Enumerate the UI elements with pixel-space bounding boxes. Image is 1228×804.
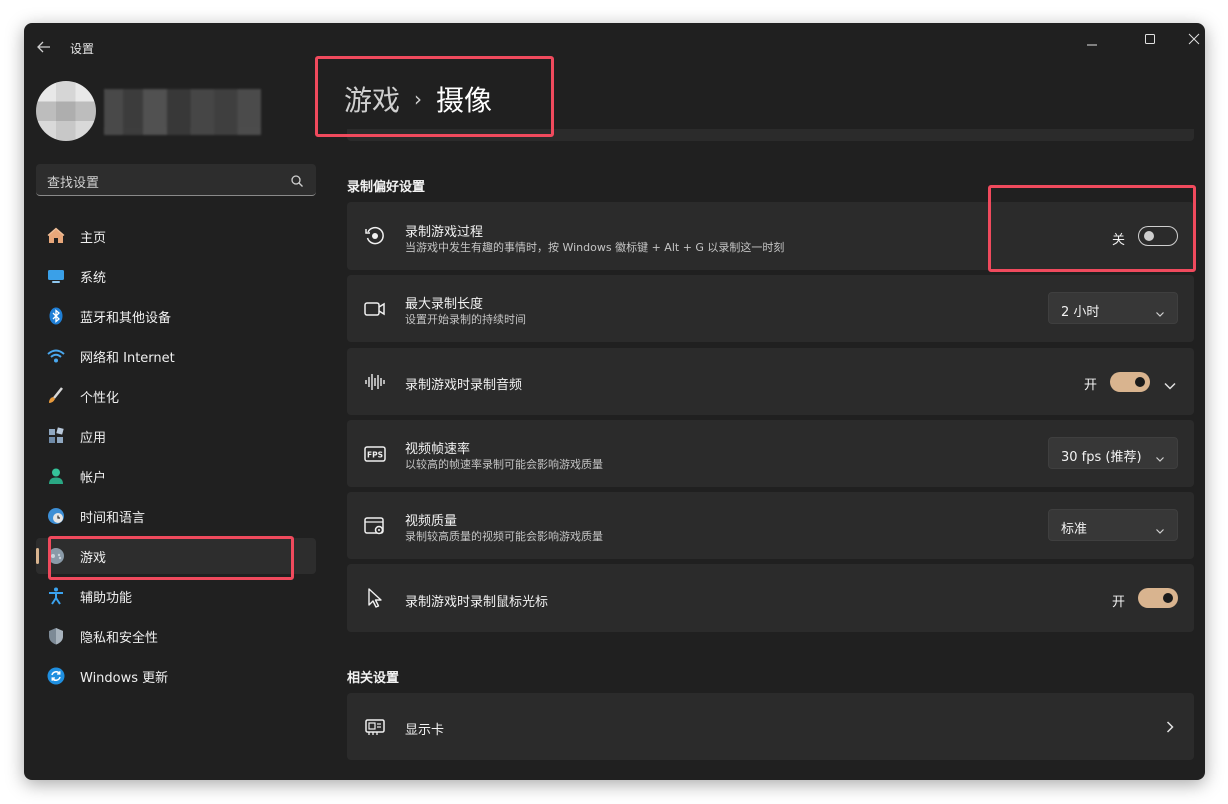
setting-title: 视频质量 (405, 514, 458, 529)
chevron-right-icon (1165, 719, 1175, 738)
home-icon (46, 226, 66, 246)
account-icon (46, 466, 66, 486)
monitor-icon (46, 266, 66, 286)
active-indicator (36, 548, 39, 564)
maximize-button[interactable] (1127, 29, 1173, 59)
audio-wave-icon (363, 370, 387, 394)
sidebar-item-time-language[interactable]: 时间和语言 (36, 498, 316, 534)
avatar[interactable] (36, 81, 96, 141)
globe-clock-icon (46, 506, 66, 526)
maximize-icon (1145, 34, 1155, 44)
setting-title: 最大录制长度 (405, 297, 484, 312)
toggle-state-label: 开 (1084, 378, 1098, 393)
cursor-icon (363, 586, 387, 610)
svg-text:FPS: FPS (367, 451, 383, 460)
sidebar-item-windows-update[interactable]: Windows 更新 (36, 658, 316, 694)
graphics-card-icon (363, 715, 387, 739)
sidebar-item-privacy[interactable]: 隐私和安全性 (36, 618, 316, 654)
section-title-related: 相关设置 (347, 671, 400, 686)
setting-description: 录制较高质量的视频可能会影响游戏质量 (405, 530, 603, 543)
sidebar-item-label: 辅助功能 (80, 590, 133, 606)
setting-title: 录制游戏过程 (405, 225, 484, 240)
sidebar-item-label: 个性化 (80, 390, 120, 406)
back-button[interactable] (34, 37, 56, 57)
search-box[interactable]: 查找设置 (36, 164, 316, 196)
sidebar-item-label: 帐户 (80, 470, 107, 486)
dropdown-value: 30 fps (推荐) (1061, 450, 1142, 465)
frame-rate-dropdown[interactable]: 30 fps (推荐) (1048, 437, 1178, 469)
close-button[interactable] (1171, 29, 1205, 59)
minimize-icon (1087, 44, 1097, 46)
video-camera-icon (363, 297, 387, 321)
fps-icon: FPS (363, 442, 387, 466)
sidebar-item-accessibility[interactable]: 辅助功能 (36, 578, 316, 614)
setting-title: 录制游戏时录制音频 (405, 378, 523, 393)
sidebar-item-bluetooth[interactable]: 蓝牙和其他设备 (36, 298, 316, 334)
sidebar-item-label: 主页 (80, 230, 107, 246)
sidebar-item-personalization[interactable]: 个性化 (36, 378, 316, 414)
search-icon[interactable] (290, 173, 304, 187)
record-icon (363, 224, 387, 248)
sidebar-item-label: 系统 (80, 270, 107, 286)
setting-card-record-cursor: 录制游戏时录制鼠标光标 开 (347, 564, 1194, 632)
back-arrow-icon (37, 41, 50, 53)
chevron-down-icon (1155, 304, 1165, 317)
minimize-button[interactable] (1069, 29, 1115, 59)
setting-card-frame-rate: FPS 视频帧速率 以较高的帧速率录制可能会影响游戏质量 30 fps (推荐) (347, 420, 1194, 487)
setting-description: 设置开始录制的持续时间 (405, 313, 526, 326)
close-icon (1188, 33, 1200, 45)
highlight-breadcrumb (315, 56, 554, 137)
video-settings-icon (363, 514, 387, 538)
setting-card-video-quality: 视频质量 录制较高质量的视频可能会影响游戏质量 标准 (347, 492, 1194, 559)
chevron-down-icon[interactable] (1163, 376, 1177, 395)
settings-window: 设置 查找设置 主页 系统 蓝牙和其他设备 网络和 Internet 个性化 应… (24, 23, 1205, 780)
search-input[interactable]: 查找设置 (47, 172, 99, 191)
highlight-gaming-nav (48, 536, 294, 580)
dropdown-value: 2 小时 (1061, 305, 1100, 320)
setting-title: 显示卡 (405, 723, 445, 738)
setting-description: 当游戏中发生有趣的事情时，按 Windows 徽标键 + Alt + G 以录制… (405, 241, 785, 254)
sidebar-item-label: Windows 更新 (80, 670, 169, 686)
user-info-blurred (104, 89, 261, 135)
sidebar-item-label: 隐私和安全性 (80, 630, 159, 646)
setting-card-record-audio[interactable]: 录制游戏时录制音频 开 (347, 348, 1194, 415)
chevron-down-icon (1155, 449, 1165, 462)
record-audio-toggle[interactable] (1110, 372, 1150, 392)
sidebar-item-home[interactable]: 主页 (36, 218, 316, 254)
toggle-state-label: 开 (1112, 595, 1126, 610)
video-quality-dropdown[interactable]: 标准 (1048, 509, 1178, 541)
shield-icon (46, 626, 66, 646)
brush-icon (46, 386, 66, 406)
sidebar-item-accounts[interactable]: 帐户 (36, 458, 316, 494)
section-title-recording: 录制偏好设置 (347, 180, 426, 195)
sidebar-item-apps[interactable]: 应用 (36, 418, 316, 454)
update-icon (46, 666, 66, 686)
sidebar-item-label: 网络和 Internet (80, 350, 175, 366)
accessibility-icon (46, 586, 66, 606)
sidebar-nav: 主页 系统 蓝牙和其他设备 网络和 Internet 个性化 应用 帐户 时间和… (36, 218, 316, 698)
app-title: 设置 (70, 42, 95, 56)
wifi-icon (46, 346, 66, 366)
setting-title: 录制游戏时录制鼠标光标 (405, 595, 549, 610)
sidebar-item-system[interactable]: 系统 (36, 258, 316, 294)
record-cursor-toggle[interactable] (1138, 588, 1178, 608)
sidebar-item-label: 应用 (80, 430, 107, 446)
sidebar-item-network[interactable]: 网络和 Internet (36, 338, 316, 374)
chevron-down-icon (1155, 521, 1165, 534)
bluetooth-icon (46, 306, 66, 326)
title-bar: 设置 (24, 23, 1205, 63)
setting-card-graphics-card[interactable]: 显示卡 (347, 693, 1194, 760)
apps-icon (46, 426, 66, 446)
max-length-dropdown[interactable]: 2 小时 (1048, 292, 1178, 324)
sidebar-item-label: 蓝牙和其他设备 (80, 310, 172, 326)
setting-card-max-length: 最大录制长度 设置开始录制的持续时间 2 小时 (347, 275, 1194, 342)
highlight-record-toggle (988, 185, 1196, 272)
sidebar-item-label: 时间和语言 (80, 510, 146, 526)
setting-description: 以较高的帧速率录制可能会影响游戏质量 (405, 458, 603, 471)
dropdown-value: 标准 (1061, 522, 1088, 537)
setting-title: 视频帧速率 (405, 442, 471, 457)
